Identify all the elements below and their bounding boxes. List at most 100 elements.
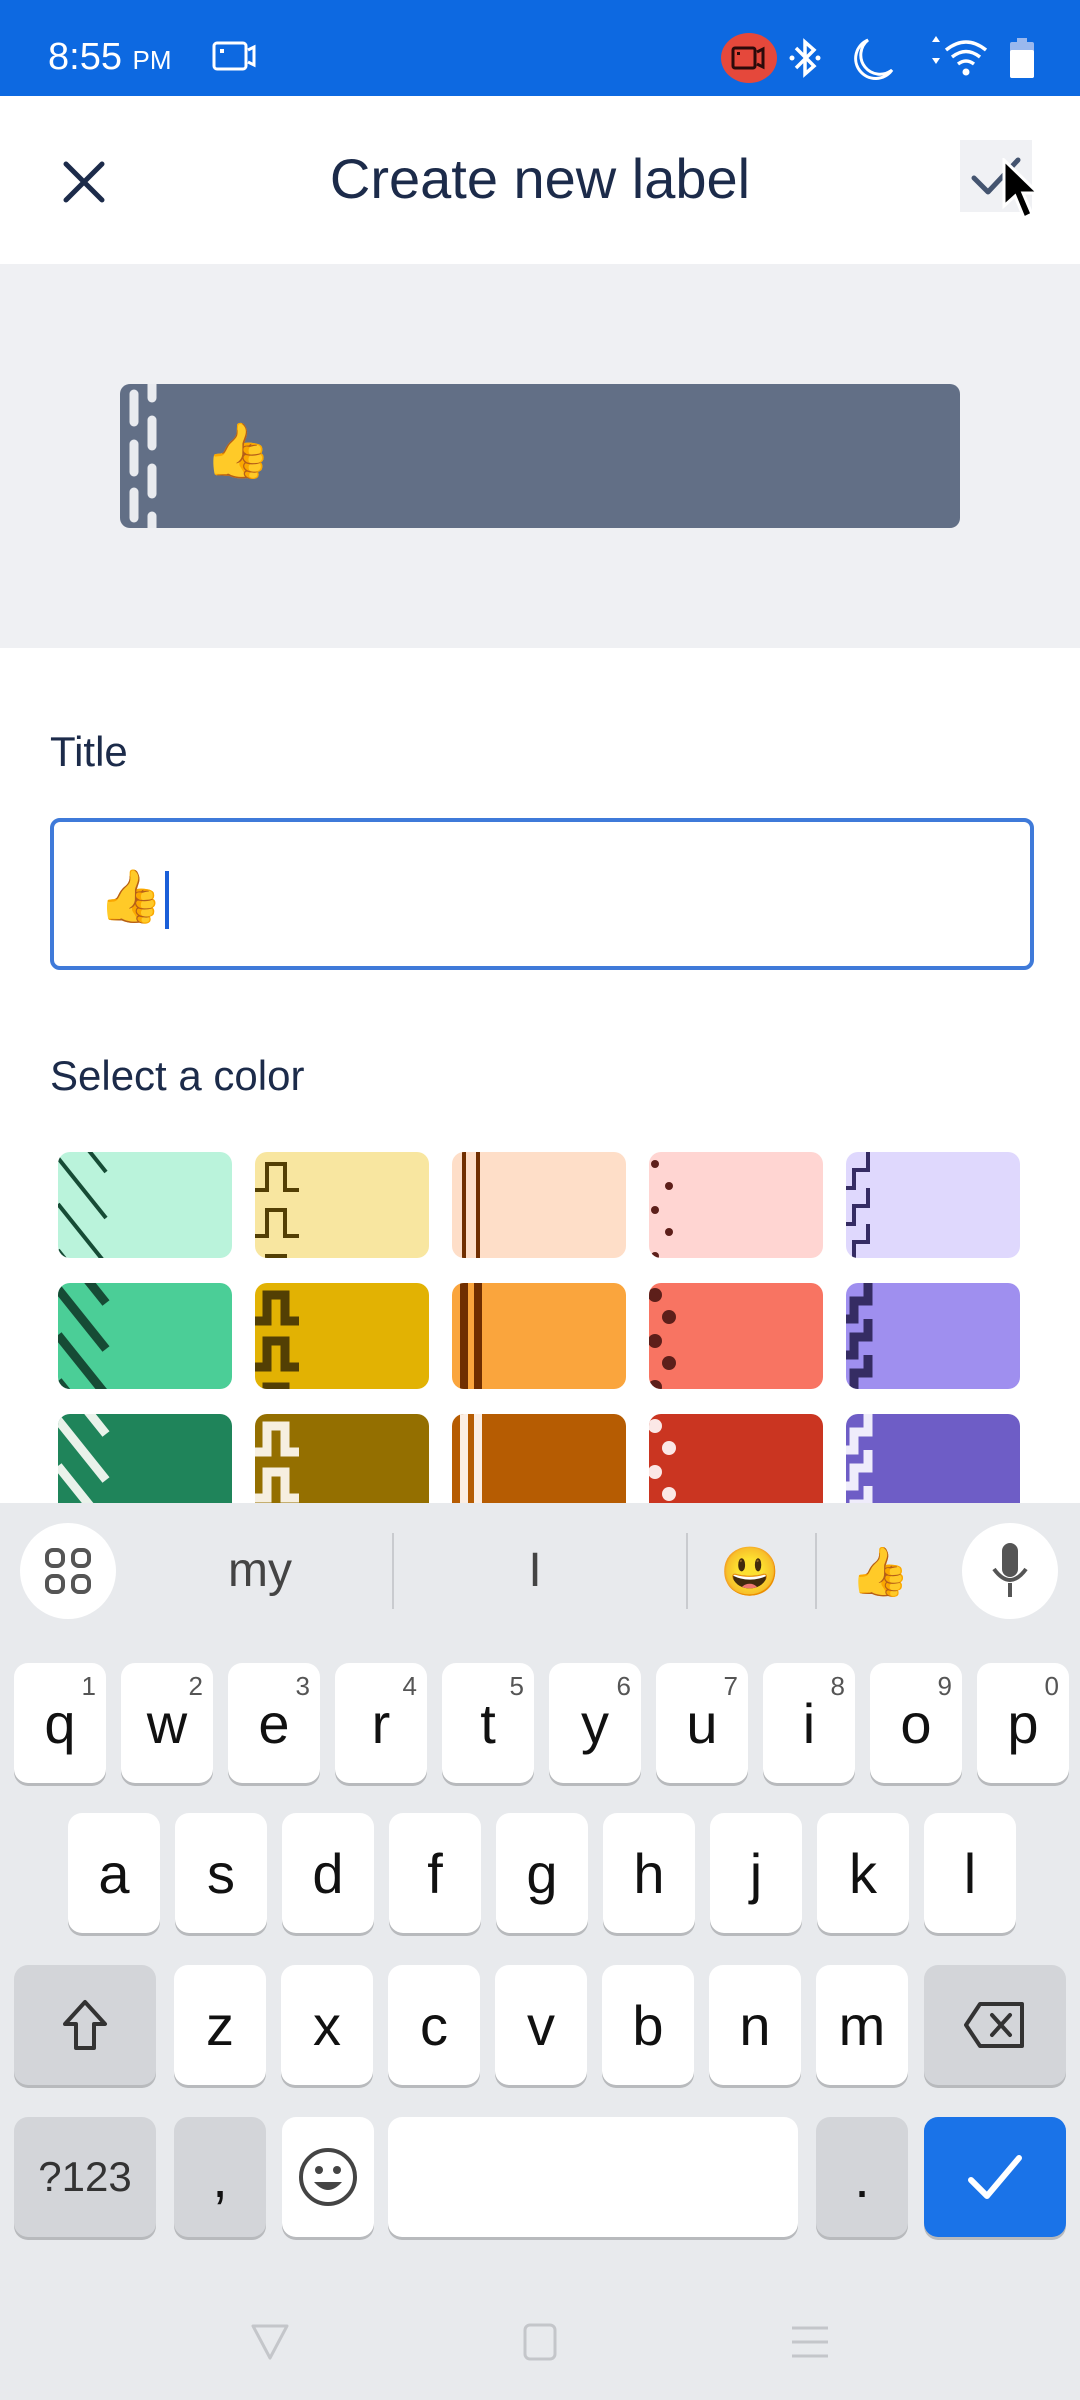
color-swatch-yellow-bold[interactable] — [255, 1414, 429, 1504]
steps-pattern-icon — [846, 1414, 906, 1504]
key-p[interactable]: p0 — [977, 1663, 1069, 1783]
vlines-pattern-icon — [452, 1283, 512, 1389]
key-h[interactable]: h — [603, 1813, 695, 1933]
microphone-icon — [992, 1543, 1028, 1597]
color-swatch-purple-subtle[interactable] — [846, 1152, 1020, 1258]
suggestion-divider — [686, 1533, 688, 1609]
key-v[interactable]: v — [495, 1965, 587, 2085]
color-swatch-purple[interactable] — [846, 1283, 1020, 1389]
color-swatch-orange-subtle[interactable] — [452, 1152, 626, 1258]
key-label: f — [427, 1841, 443, 1905]
key-label: x — [313, 1993, 341, 2057]
suggestion-1[interactable]: my — [180, 1543, 340, 1598]
key-label: i — [802, 1691, 816, 1755]
key-n[interactable]: n — [709, 1965, 801, 2085]
symbols-key[interactable]: ?123 — [14, 2117, 156, 2237]
key-label: z — [206, 1993, 234, 2057]
app-bar: Create new label — [0, 96, 1080, 264]
do-not-disturb-icon — [850, 36, 896, 87]
emoji-icon — [299, 2148, 357, 2206]
check-icon — [968, 2155, 1022, 2199]
color-swatch-green-subtle[interactable] — [58, 1152, 232, 1258]
bluetooth-icon — [788, 36, 822, 85]
key-s[interactable]: s — [175, 1813, 267, 1933]
status-bar: 8:55 PM — [0, 0, 1080, 96]
voice-input-button[interactable] — [962, 1523, 1058, 1619]
color-swatch-green[interactable] — [58, 1283, 232, 1389]
shift-key[interactable] — [14, 1965, 156, 2085]
color-swatch-yellow[interactable] — [255, 1283, 429, 1389]
shift-icon — [63, 2000, 107, 2050]
key-label: a — [98, 1841, 130, 1905]
pulse-pattern-icon — [255, 1152, 315, 1258]
back-icon[interactable] — [250, 2322, 290, 2362]
key-x[interactable]: x — [281, 1965, 373, 2085]
key-b[interactable]: b — [602, 1965, 694, 2085]
page-title: Create new label — [329, 147, 751, 210]
suggestion-2[interactable]: I — [460, 1543, 610, 1598]
suggestion-emoji-1[interactable]: 😃 — [710, 1543, 790, 1600]
color-swatch-purple-bold[interactable] — [846, 1414, 1020, 1504]
steps-pattern-icon — [846, 1152, 906, 1258]
key-g[interactable]: g — [496, 1813, 588, 1933]
key-label: h — [633, 1841, 665, 1905]
key-label: w — [146, 1691, 188, 1755]
key-e[interactable]: e3 — [228, 1663, 320, 1783]
key-k[interactable]: k — [817, 1813, 909, 1933]
color-swatch-orange-bold[interactable] — [452, 1414, 626, 1504]
key-c[interactable]: c — [388, 1965, 480, 2085]
key-label: n — [739, 1993, 771, 2057]
title-input[interactable]: 👍 — [50, 818, 1034, 970]
key-o[interactable]: o9 — [870, 1663, 962, 1783]
recent-apps-icon[interactable] — [790, 2322, 830, 2362]
key-t[interactable]: t5 — [442, 1663, 534, 1783]
key-z[interactable]: z — [174, 1965, 266, 2085]
key-r[interactable]: r4 — [335, 1663, 427, 1783]
key-label: m — [838, 1993, 886, 2057]
key-a[interactable]: a — [68, 1813, 160, 1933]
comma-key[interactable]: , — [174, 2117, 266, 2237]
key-label: o — [900, 1691, 932, 1755]
key-hint-number: 4 — [402, 1671, 417, 1701]
emoji-key[interactable] — [282, 2117, 374, 2237]
keyboard-menu-button[interactable] — [20, 1523, 116, 1619]
key-y[interactable]: y6 — [549, 1663, 641, 1783]
key-u[interactable]: u7 — [656, 1663, 748, 1783]
home-icon[interactable] — [522, 2322, 558, 2362]
pulse-pattern-icon — [255, 1414, 315, 1504]
screen-record-icon — [212, 40, 258, 77]
backspace-key[interactable] — [924, 1965, 1066, 2085]
diagonal-pattern-icon — [58, 1283, 118, 1389]
key-label: r — [371, 1691, 391, 1755]
key-hint-number: 2 — [188, 1671, 203, 1701]
key-label: ?123 — [38, 2153, 132, 2200]
suggestion-divider — [815, 1533, 817, 1609]
enter-done-key[interactable] — [924, 2117, 1066, 2237]
color-swatch-green-bold[interactable] — [58, 1414, 232, 1504]
key-w[interactable]: w2 — [121, 1663, 213, 1783]
key-label: b — [632, 1993, 664, 2057]
key-label: g — [526, 1841, 558, 1905]
key-m[interactable]: m — [816, 1965, 908, 2085]
wifi-icon — [924, 36, 988, 85]
key-j[interactable]: j — [710, 1813, 802, 1933]
period-key[interactable]: . — [816, 2117, 908, 2237]
key-d[interactable]: d — [282, 1813, 374, 1933]
key-label: e — [258, 1691, 290, 1755]
key-l[interactable]: l — [924, 1813, 1016, 1933]
color-swatch-red-subtle[interactable] — [649, 1152, 823, 1258]
key-i[interactable]: i8 — [763, 1663, 855, 1783]
key-f[interactable]: f — [389, 1813, 481, 1933]
color-swatch-red[interactable] — [649, 1283, 823, 1389]
diagonal-pattern-icon — [58, 1414, 118, 1504]
color-swatch-yellow-subtle[interactable] — [255, 1152, 429, 1258]
suggestion-emoji-2[interactable]: 👍 — [840, 1543, 920, 1600]
label-preview-area: 👍 — [0, 264, 1080, 648]
space-key[interactable] — [388, 2117, 798, 2237]
battery-icon — [1008, 38, 1036, 83]
pulse-pattern-icon — [255, 1283, 315, 1389]
color-swatch-orange[interactable] — [452, 1283, 626, 1389]
key-q[interactable]: q1 — [14, 1663, 106, 1783]
color-swatch-red-bold[interactable] — [649, 1414, 823, 1504]
dots-pattern-icon — [649, 1414, 709, 1504]
